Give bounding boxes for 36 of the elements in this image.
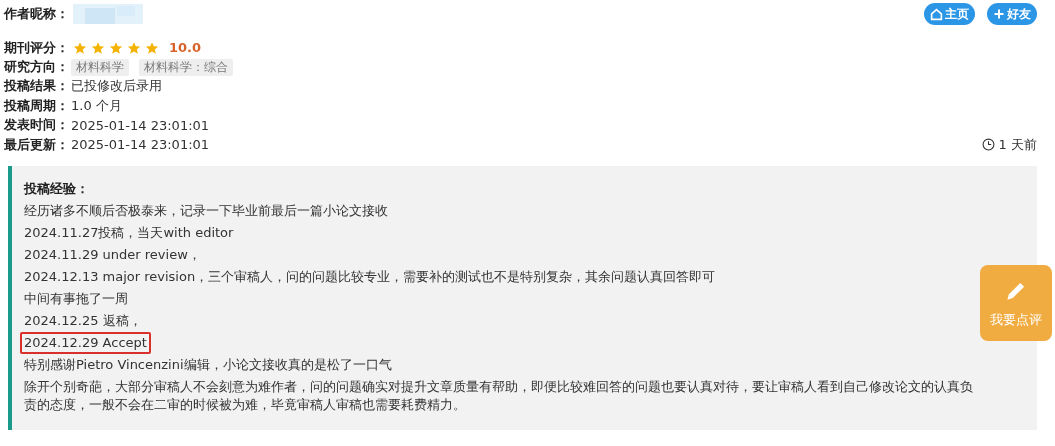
tag: 材料科学 bbox=[71, 58, 129, 76]
experience-line: 2024.11.29 under review， bbox=[23, 246, 202, 265]
experience-line: 除开个别奇葩，大部分审稿人不会刻意为难作者，问的问题确实对提升文章质量有帮助，即便比较难回答的问题也要认真对待，要让审稿人看到自己修改论文的认真负责的态度，一般不会在二审的时候被为难，毕竟审稿人审稿也需要耗费精力。 bbox=[23, 378, 974, 415]
home-icon bbox=[930, 7, 943, 21]
field-label: 投稿周期： bbox=[4, 96, 69, 115]
star-icon bbox=[91, 40, 105, 55]
star-icon bbox=[145, 40, 159, 55]
star-icon bbox=[127, 40, 141, 55]
author-label: 作者昵称： bbox=[4, 5, 69, 23]
experience-line: 2024.12.13 major revision，三个审稿人，问的问题比较专业，需要补的测试也不是特别复杂，其余问题认真回答即可 bbox=[23, 268, 717, 287]
experience-line: 2024.11.27投稿，当天with editor bbox=[23, 224, 235, 243]
field-label: 发表时间： bbox=[4, 116, 69, 135]
add-friend-button[interactable]: 好友 bbox=[987, 3, 1037, 25]
experience-line: 经历诸多不顺后否极泰来，记录一下毕业前最后一篇小论文接收 bbox=[23, 202, 389, 221]
experience-line: 中间有事拖了一周 bbox=[23, 290, 129, 309]
star-icon bbox=[73, 40, 87, 55]
experience-line: 2024.12.25 返稿， bbox=[23, 312, 143, 331]
field-label: 投稿结果： bbox=[4, 77, 69, 96]
field-label: 最后更新： bbox=[4, 135, 69, 154]
field-value: 2025-01-14 23:01:01 bbox=[71, 117, 210, 133]
experience-title: 投稿经验： bbox=[24, 180, 90, 199]
review-button[interactable]: 我要点评 bbox=[980, 265, 1052, 341]
experience-line: 特别感谢Pietro Vincenzini编辑，小论文接收真的是松了一口气 bbox=[23, 356, 393, 375]
field-label: 研究方向： bbox=[4, 58, 69, 77]
time-ago: 1 天前 bbox=[981, 135, 1037, 154]
tag: 材料科学：综合 bbox=[139, 58, 233, 76]
field-value: 2025-01-14 23:01:01 bbox=[71, 137, 210, 153]
blurred-name-drawing bbox=[73, 2, 143, 26]
rating-score: 10.0 bbox=[169, 40, 202, 56]
field-value: 已投修改后录用 bbox=[71, 77, 162, 96]
home-button[interactable]: 主页 bbox=[924, 3, 975, 25]
field-value: 1.0 个月 bbox=[71, 96, 122, 115]
plus-icon bbox=[993, 8, 1005, 20]
clock-icon bbox=[981, 138, 995, 152]
star-icon bbox=[109, 40, 123, 55]
rating-label: 期刊评分： bbox=[4, 38, 69, 57]
